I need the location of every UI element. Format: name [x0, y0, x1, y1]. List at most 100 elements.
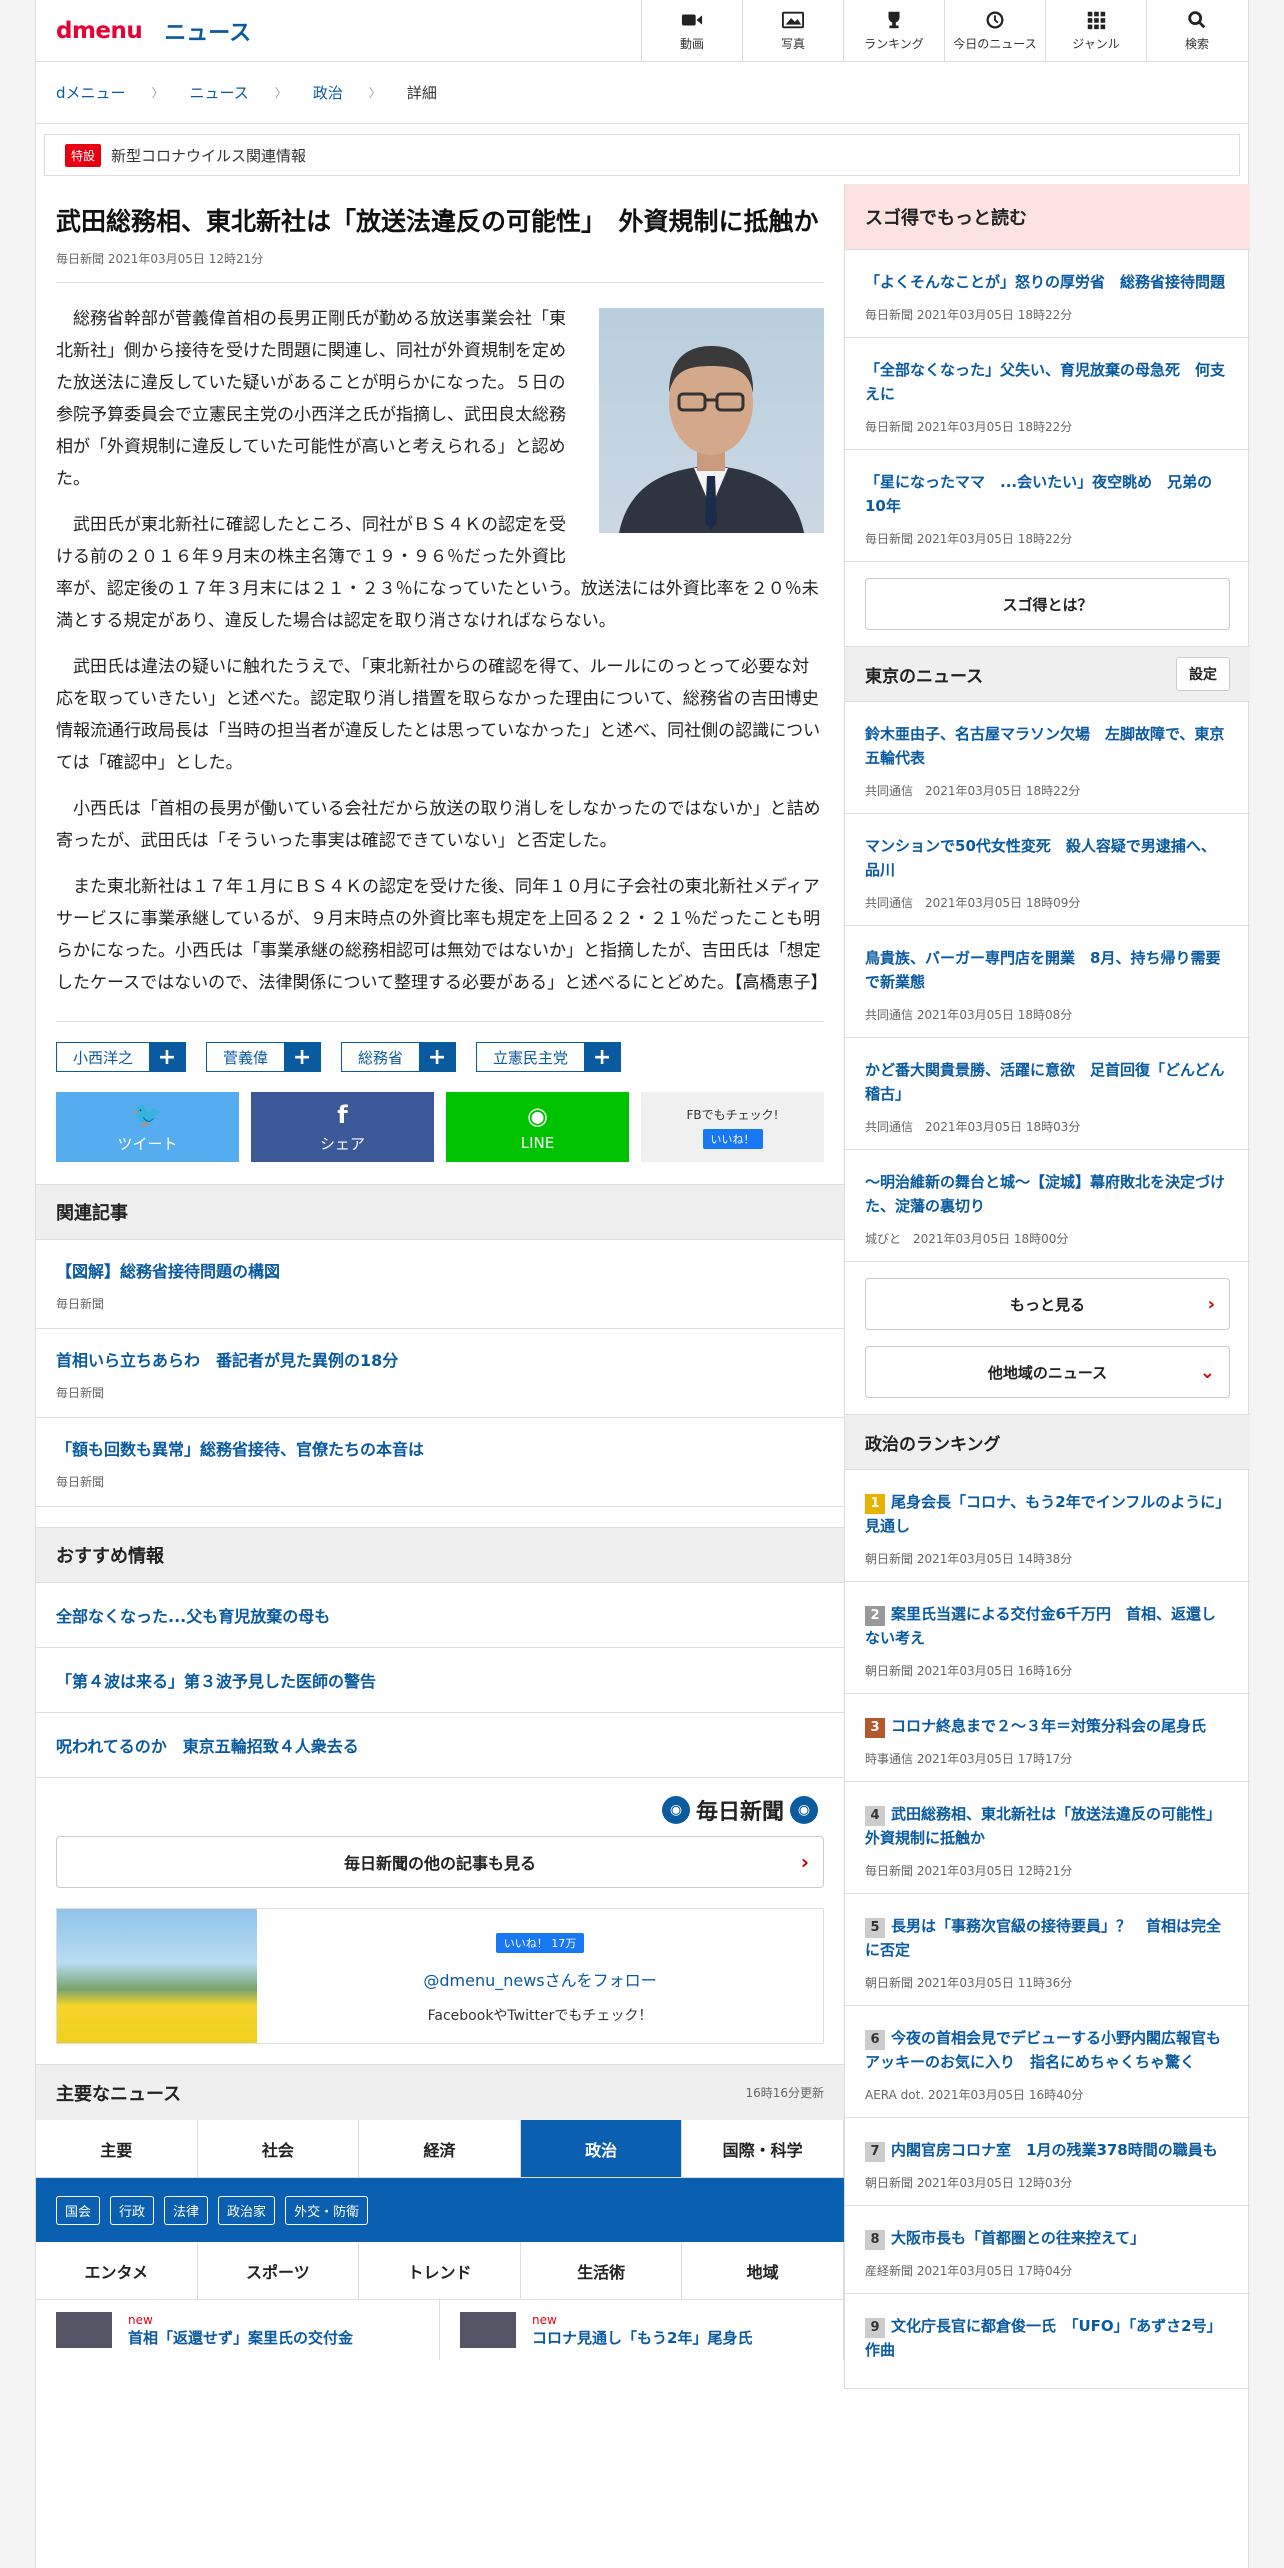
special-banner[interactable]: 特設 新型コロナウイルス関連情報 — [44, 134, 1240, 176]
tag-button[interactable]: 菅義偉 + — [206, 1042, 322, 1072]
line-button[interactable]: ◉ LINE — [446, 1092, 629, 1162]
ranking-item[interactable]: 9 文化庁長官に都倉俊一氏 「UFO」「あずさ2号」作曲 — [845, 2294, 1250, 2389]
major-news-item[interactable]: new コロナ見通し「もう2年」尾身氏 — [440, 2300, 844, 2360]
ranking-link[interactable]: 1 尾身会長「コロナ、もう2年でインフルのように」見通し — [865, 1493, 1223, 1535]
related-item[interactable]: 「額も回数も異常」総務省接待、官僚たちの本音は 毎日新聞 — [36, 1418, 844, 1507]
ranking-item[interactable]: 7 内閣官房コロナ室 1月の残業378時間の職員も朝日新聞 2021年03月05日… — [845, 2118, 1250, 2206]
tokyo-news-link[interactable]: 鈴木亜由子、名古屋マラソン欠場 左脚故障で、東京五輪代表 — [865, 725, 1224, 767]
recommend-link[interactable]: 「第４波は来る」第３波予見した医師の警告 — [36, 1648, 844, 1713]
nav-photo[interactable]: 写真 — [742, 0, 843, 61]
ranking-item[interactable]: 8 大阪市長も「首都圏との往来控えて」 産経新聞 2021年03月05日 17時04… — [845, 2206, 1250, 2294]
follow-note: FacebookやTwitterでもチェック！ — [427, 2008, 653, 2024]
nav-ranking[interactable]: ランキング — [843, 0, 944, 61]
tweet-button[interactable]: 🐦 ツイート — [56, 1092, 239, 1162]
facebook-share-button[interactable]: f シェア — [251, 1092, 434, 1162]
sugotoku-item[interactable]: 「よくそんなことが」怒りの厚労省 総務省接待問題 毎日新聞 2021年03月05日… — [845, 250, 1250, 338]
tag-button[interactable]: 立憲民主党 + — [476, 1042, 622, 1072]
ranking-title-text: 大阪市長も「首都圏との往来控えて」 — [891, 2229, 1146, 2247]
tokyo-news-link[interactable]: マンションで50代女性変死 殺人容疑で男逮捕へ、品川 — [865, 837, 1216, 879]
ranking-link[interactable]: 2 案里氏当選による交付金6千万円 首相、返還しない考え — [865, 1605, 1216, 1647]
tokyo-news-link[interactable]: かど番大関貴景勝、活躍に意欲 足首回復「どんどん稽古」 — [865, 1061, 1225, 1103]
plus-icon[interactable]: + — [584, 1043, 621, 1071]
tab-life[interactable]: 生活術 — [521, 2242, 683, 2299]
ranking-item[interactable]: 4 武田総務相、東北新社は「放送法違反の可能性」 外資規制に抵触か 毎日新聞 202… — [845, 1782, 1250, 1894]
tag-button[interactable]: 総務省 + — [341, 1042, 457, 1072]
ranking-source: 朝日新聞 2021年03月05日 12時03分 — [865, 2176, 1073, 2190]
mainichi-logo[interactable]: ◉ 毎日新聞 ◉ — [36, 1778, 844, 1836]
ranking-link[interactable]: 6 今夜の首相会見でデビューする小野内閣広報官もアッキーのお気に入り 指名にめちゃ… — [865, 2029, 1221, 2071]
ranking-item[interactable]: 5 長男は「事務次官級の接待要員」？ 首相は完全に否定 朝日新聞 2021年03月0… — [845, 1894, 1250, 2006]
tab-region[interactable]: 地域 — [682, 2242, 844, 2299]
like-button[interactable]: いいね！ — [702, 1128, 763, 1149]
tokyo-news-link[interactable]: 鳥貴族、バーガー専門店を開業 8月、持ち帰り需要で新業態 — [865, 949, 1220, 991]
nav-genre[interactable]: ジャンル — [1045, 0, 1146, 61]
dmenu-logo[interactable]: dmenu — [56, 18, 143, 44]
tokyo-news-item[interactable]: 鈴木亜由子、名古屋マラソン欠場 左脚故障で、東京五輪代表 共同通信 2021年03… — [845, 702, 1250, 814]
tab-entertainment[interactable]: エンタメ — [36, 2242, 198, 2299]
sugotoku-about-button[interactable]: スゴ得とは？ — [865, 578, 1230, 630]
tab-society[interactable]: 社会 — [198, 2120, 360, 2177]
breadcrumb-politics[interactable]: 政治 — [313, 82, 343, 103]
ranking-item[interactable]: 2 案里氏当選による交付金6千万円 首相、返還しない考え 朝日新聞 2021年03月… — [845, 1582, 1250, 1694]
ranking-link[interactable]: 9 文化庁長官に都倉俊一氏 「UFO」「あずさ2号」作曲 — [865, 2317, 1222, 2359]
ranking-link[interactable]: 4 武田総務相、東北新社は「放送法違反の可能性」 外資規制に抵触か — [865, 1805, 1229, 1847]
sugotoku-link[interactable]: 「星になったママ ...会いたい」夜空眺め 兄弟の10年 — [865, 473, 1212, 515]
related-item[interactable]: 首相いら立ちあらわ 番記者が見た異例の18分 毎日新聞 — [36, 1329, 844, 1418]
tokyo-news-item[interactable]: マンションで50代女性変死 殺人容疑で男逮捕へ、品川 共同通信 2021年03月0… — [845, 814, 1250, 926]
related-link[interactable]: 首相いら立ちあらわ 番記者が見た異例の18分 — [56, 1351, 398, 1370]
tab-politics[interactable]: 政治 — [520, 2120, 683, 2177]
subtag-law[interactable]: 法律 — [164, 2195, 209, 2225]
breadcrumb-news[interactable]: ニュース — [190, 82, 249, 103]
major-news-link[interactable]: コロナ見通し「もう2年」尾身氏 — [532, 2329, 752, 2347]
tab-sports[interactable]: スポーツ — [198, 2242, 360, 2299]
nav-video[interactable]: 動画 — [641, 0, 742, 61]
plus-icon[interactable]: + — [149, 1043, 186, 1071]
ranking-link[interactable]: 5 長男は「事務次官級の接待要員」？ 首相は完全に否定 — [865, 1917, 1221, 1959]
tab-trend[interactable]: トレンド — [359, 2242, 521, 2299]
major-news-link[interactable]: 首相「返還せず」案里氏の交付金 — [128, 2329, 353, 2347]
subtag-politician[interactable]: 政治家 — [218, 2195, 276, 2225]
ranking-link[interactable]: 7 内閣官房コロナ室 1月の残業378時間の職員も — [865, 2141, 1218, 2162]
other-region-button[interactable]: 他地域のニュース ⌄ — [865, 1346, 1230, 1398]
sugotoku-item[interactable]: 「星になったママ ...会いたい」夜空眺め 兄弟の10年 毎日新聞 2021年03… — [845, 450, 1250, 562]
video-icon — [681, 14, 703, 25]
recommend-link[interactable]: 全部なくなった...父も育児放棄の母も — [36, 1583, 844, 1648]
subtag-admin[interactable]: 行政 — [110, 2195, 155, 2225]
sugotoku-item[interactable]: 「全部なくなった」父失い、育児放棄の母急死 何支えに 毎日新聞 2021年03月0… — [845, 338, 1250, 450]
tokyo-news-item[interactable]: 鳥貴族、バーガー専門店を開業 8月、持ち帰り需要で新業態 共同通信 2021年03… — [845, 926, 1250, 1038]
tokyo-news-link[interactable]: 〜明治維新の舞台と城〜【淀城】幕府敗北を決定づけた、淀藩の裏切り — [865, 1173, 1225, 1215]
tokyo-news-item[interactable]: かど番大関貴景勝、活躍に意欲 足首回復「どんどん稽古」 共同通信 2021年03月… — [845, 1038, 1250, 1150]
sugotoku-link[interactable]: 「よくそんなことが」怒りの厚労省 総務省接待問題 — [865, 273, 1225, 291]
recommend-link[interactable]: 呪われてるのか 東京五輪招致４人衆去る — [36, 1713, 844, 1778]
subtag-diet[interactable]: 国会 — [56, 2195, 101, 2225]
sugotoku-link[interactable]: 「全部なくなった」父失い、育児放棄の母急死 何支えに — [865, 361, 1225, 403]
follow-like-button[interactable]: いいね！ 17万 — [495, 1933, 585, 1953]
article-paragraph: また東北新社は１７年１月にＢＳ４Ｋの認定を受けた後、同年１０月に子会社の東北新社… — [56, 877, 828, 993]
tag-button[interactable]: 小西洋之 + — [56, 1042, 187, 1072]
ranking-link[interactable]: 8 大阪市長も「首都圏との往来控えて」 — [865, 2229, 1146, 2250]
logo[interactable]: dmenu ニュース — [36, 0, 641, 61]
settings-button[interactable]: 設定 — [1176, 657, 1230, 691]
tab-main[interactable]: 主要 — [36, 2120, 198, 2177]
ranking-item[interactable]: 6 今夜の首相会見でデビューする小野内閣広報官もアッキーのお気に入り 指名にめちゃ… — [845, 2006, 1250, 2118]
follow-handle[interactable]: @dmenu_newsさんをフォロー — [423, 1967, 656, 1991]
related-link[interactable]: 「額も回数も異常」総務省接待、官僚たちの本音は — [56, 1440, 424, 1459]
tab-international[interactable]: 国際・科学 — [682, 2120, 844, 2177]
ranking-link[interactable]: 3 コロナ終息まで２〜３年＝対策分科会の尾身氏 — [865, 1717, 1206, 1738]
subtag-diplomacy[interactable]: 外交・防衛 — [285, 2195, 369, 2225]
mainichi-more-button[interactable]: 毎日新聞の他の記事も見る › — [56, 1836, 824, 1888]
related-item[interactable]: 【図解】総務省接待問題の構図 毎日新聞 — [36, 1240, 844, 1329]
ranking-item[interactable]: 1 尾身会長「コロナ、もう2年でインフルのように」見通し 朝日新聞 2021年03月… — [845, 1470, 1250, 1582]
plus-icon[interactable]: + — [284, 1043, 321, 1071]
ranking-item[interactable]: 3 コロナ終息まで２〜３年＝対策分科会の尾身氏 時事通信 2021年03月05日 1… — [845, 1694, 1250, 1782]
related-link[interactable]: 【図解】総務省接待問題の構図 — [56, 1262, 280, 1281]
breadcrumb-dmenu[interactable]: dメニュー — [56, 82, 126, 103]
plus-icon[interactable]: + — [419, 1043, 456, 1071]
more-button[interactable]: もっと見る › — [865, 1278, 1230, 1330]
section-title[interactable]: ニュース — [164, 15, 251, 47]
nav-today[interactable]: 今日のニュース — [944, 0, 1045, 61]
tokyo-news-item[interactable]: 〜明治維新の舞台と城〜【淀城】幕府敗北を決定づけた、淀藩の裏切り 城びと 2021… — [845, 1150, 1250, 1262]
major-news-item[interactable]: new 首相「返還せず」案里氏の交付金 — [36, 2300, 440, 2360]
nav-search[interactable]: 検索 — [1146, 0, 1247, 61]
tab-economy[interactable]: 経済 — [359, 2120, 521, 2177]
